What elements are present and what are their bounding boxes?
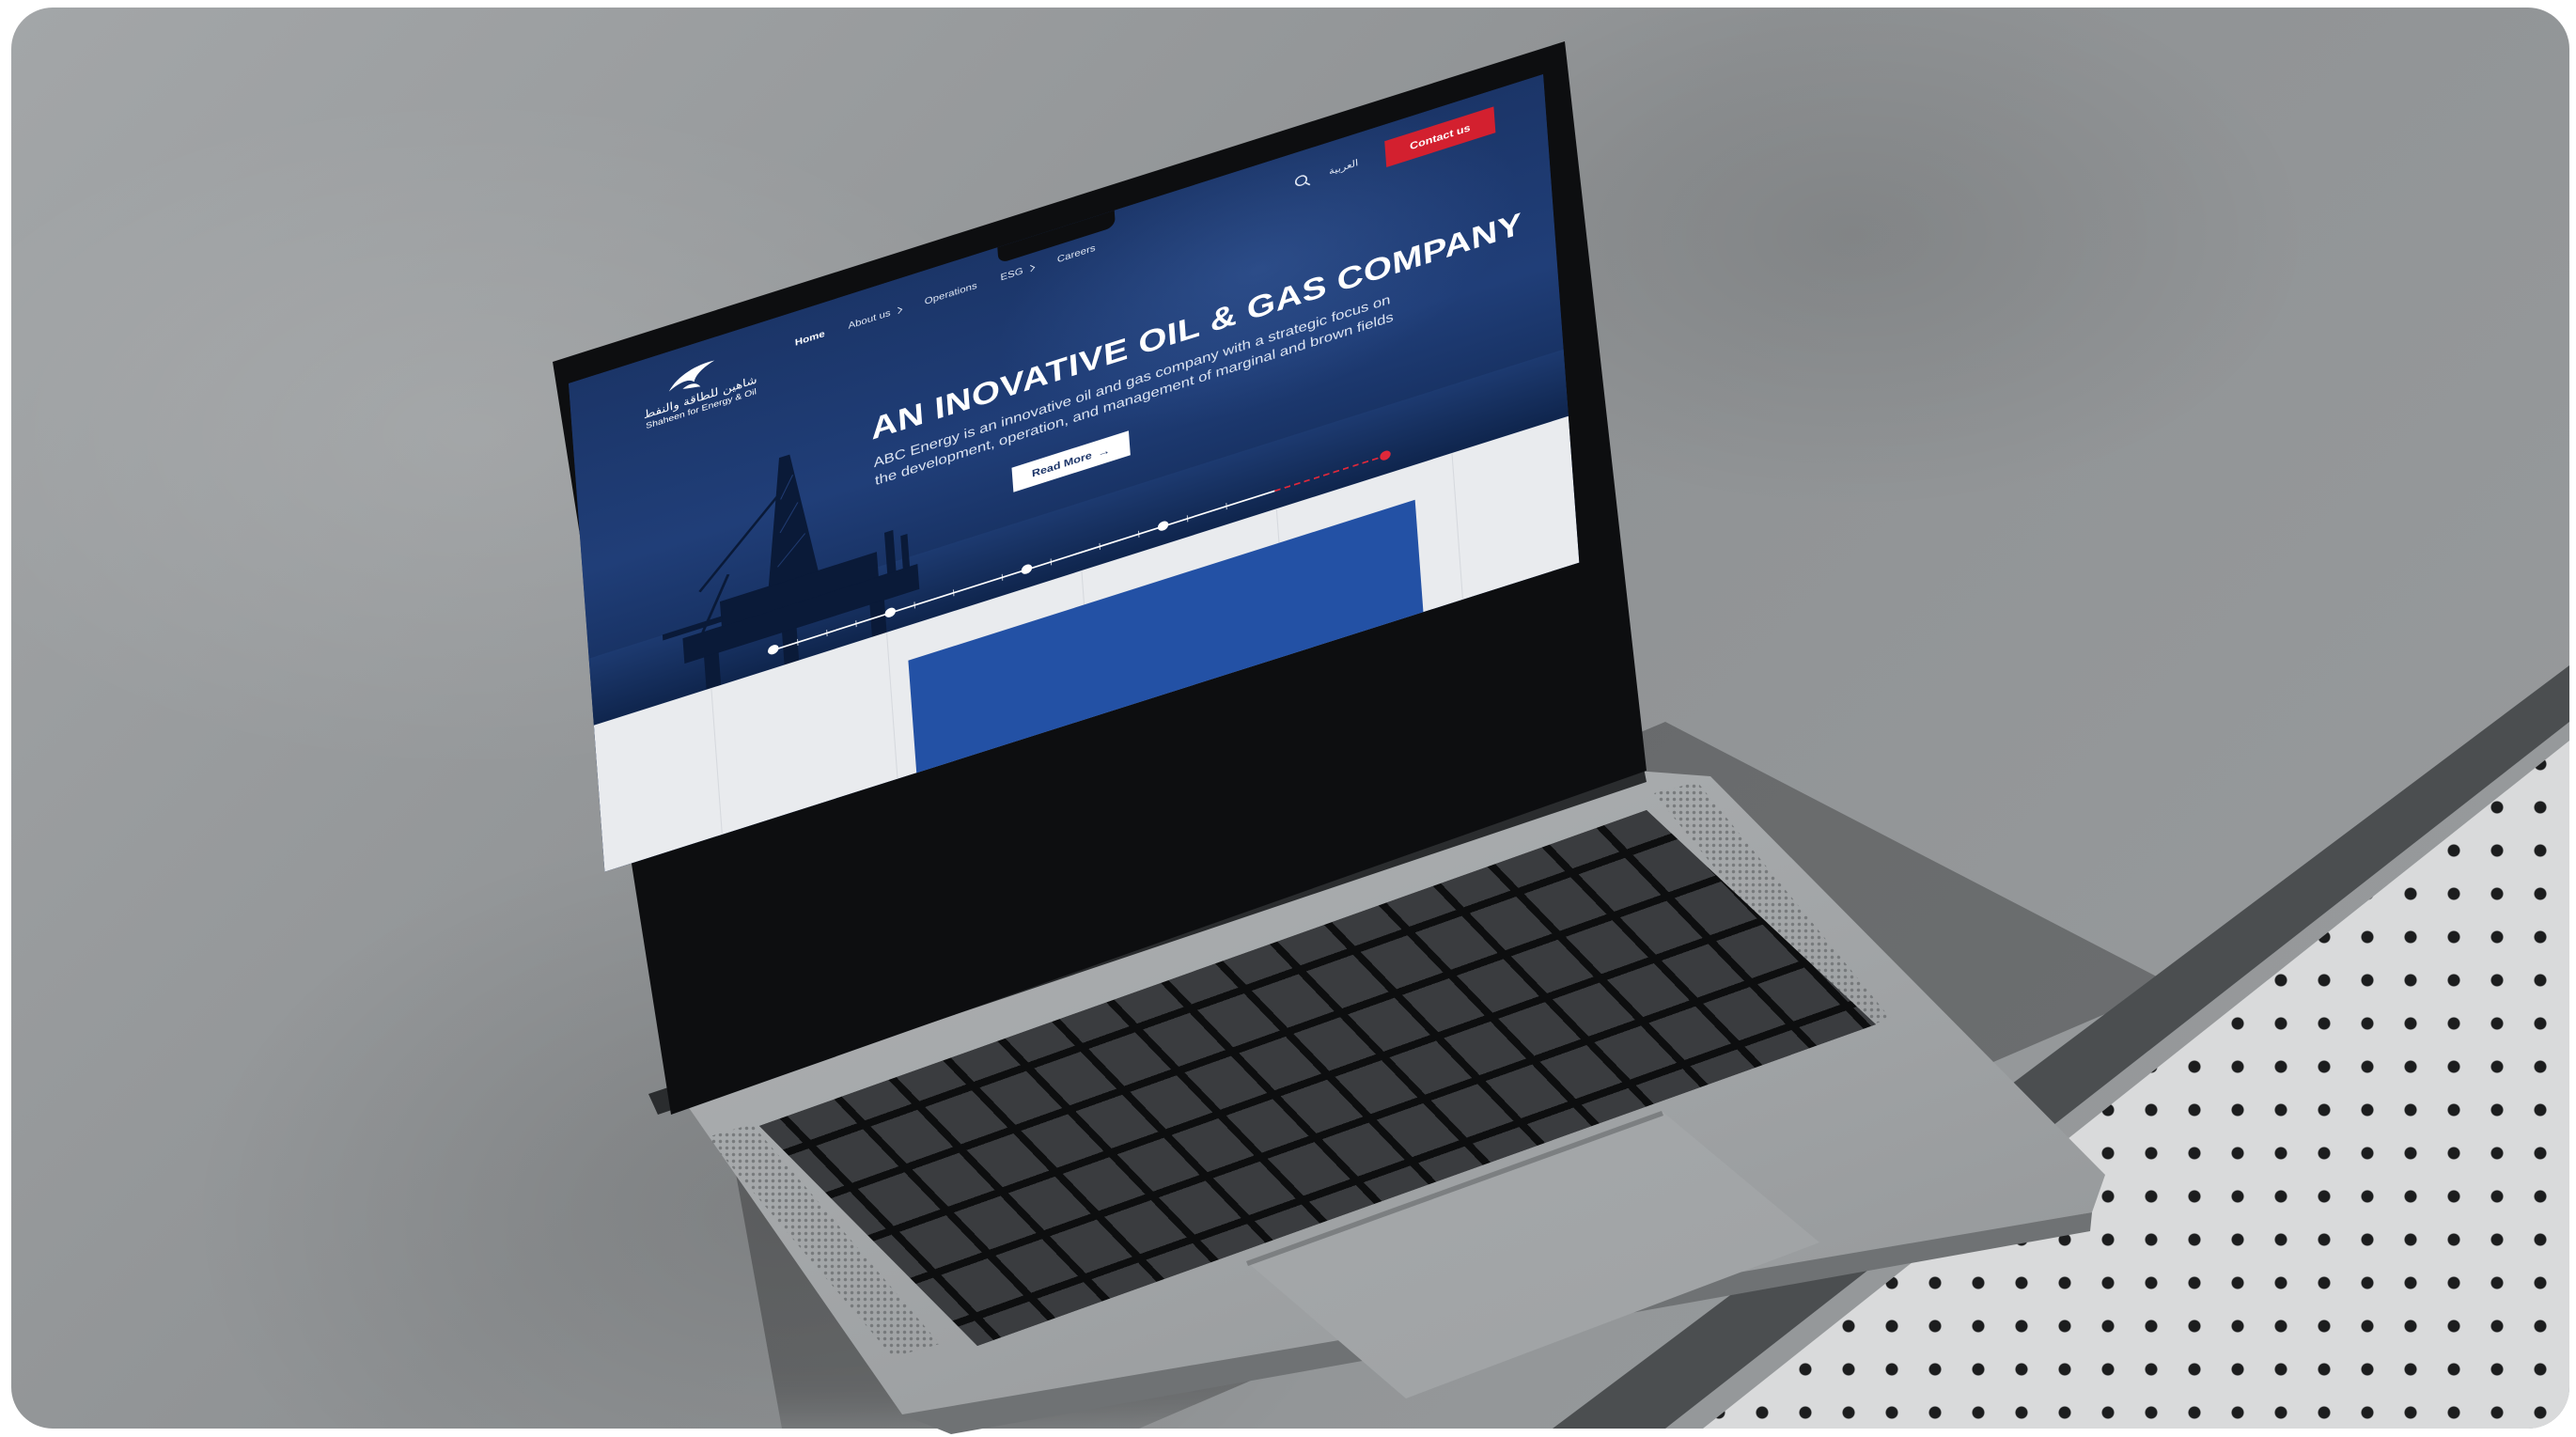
timeline-dot[interactable] <box>1021 563 1033 576</box>
timeline-tick <box>796 638 799 647</box>
timeline-tick <box>1099 542 1101 551</box>
timeline-tick <box>1226 503 1227 510</box>
timeline-tick <box>855 620 857 628</box>
arrow-right-icon: → <box>1097 443 1111 460</box>
timeline-tick <box>1186 515 1189 523</box>
timeline-tick <box>826 629 828 637</box>
timeline-dot[interactable] <box>1157 520 1169 533</box>
timeline-tick <box>913 601 915 609</box>
timeline-tick <box>1001 573 1004 581</box>
timeline-dot[interactable] <box>767 643 779 656</box>
timeline-tick <box>952 589 955 597</box>
timeline-dot-current[interactable] <box>1379 449 1392 462</box>
chevron-right-icon <box>1026 264 1036 273</box>
timeline-tick <box>1050 558 1053 566</box>
timeline-dot[interactable] <box>884 606 897 619</box>
timeline-tick <box>1137 530 1140 538</box>
chevron-right-icon <box>894 306 903 315</box>
